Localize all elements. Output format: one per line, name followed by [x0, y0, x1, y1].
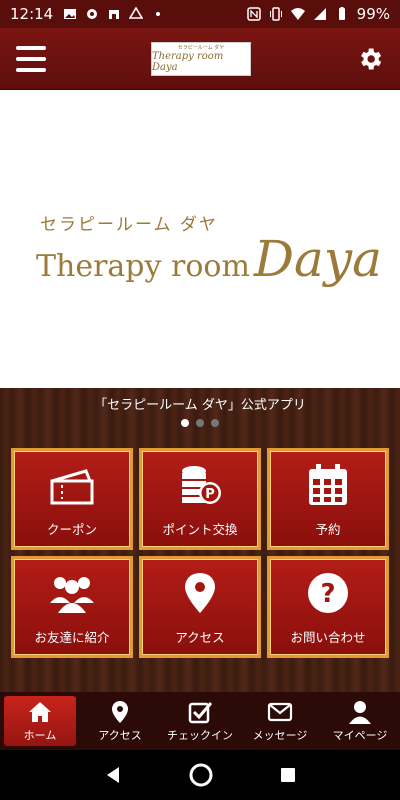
- battery-percent: 99%: [356, 5, 390, 23]
- back-triangle-icon: [106, 767, 119, 783]
- map-pin-icon: [112, 701, 128, 723]
- nav-checkin-label: チェックイン: [167, 729, 233, 742]
- mail-icon: [267, 702, 293, 722]
- refer-friend-button[interactable]: お友達に紹介: [11, 556, 133, 658]
- header-logo-main: Therapy room Daya: [152, 51, 224, 73]
- carousel-dot-2[interactable]: [196, 419, 204, 427]
- wifi-icon: [290, 8, 305, 20]
- vibrate-icon: [269, 7, 282, 21]
- contact-button[interactable]: ? お問い合わせ: [267, 556, 389, 658]
- home-icon: [29, 702, 51, 722]
- gear-notification-icon: [87, 9, 98, 19]
- nfc-icon: [246, 7, 261, 21]
- reservation-button[interactable]: 予約: [267, 448, 389, 550]
- hero-title-part2: Daya: [253, 230, 382, 288]
- people-icon: [50, 576, 94, 613]
- back-button[interactable]: [103, 765, 123, 785]
- hero-banner: セラピールーム ダヤ Therapy roomDaya: [0, 90, 400, 388]
- carousel-dot-1[interactable]: [181, 419, 189, 427]
- nav-checkin[interactable]: チェックイン: [160, 692, 240, 750]
- image-icon: [64, 9, 77, 19]
- drive-icon: [129, 7, 144, 19]
- recents-button[interactable]: [279, 766, 297, 784]
- hamburger-line: [16, 67, 46, 72]
- nav-home[interactable]: ホーム: [4, 696, 76, 746]
- system-nav-bar: [0, 750, 400, 800]
- bottom-nav: ホーム アクセス チェックイン メッセージ マイページ: [0, 692, 400, 750]
- svg-text:?: ?: [320, 579, 335, 609]
- recents-square-icon: [281, 768, 296, 782]
- header-logo: セラピールーム ダヤ Therapy room Daya: [151, 41, 251, 76]
- reservation-label: 予約: [315, 521, 341, 537]
- signal-icon: [313, 8, 326, 20]
- battery-icon: [338, 7, 345, 20]
- nav-mypage[interactable]: マイページ: [320, 692, 400, 750]
- status-bar: 12:14 99%: [0, 0, 400, 28]
- access-button[interactable]: アクセス: [139, 556, 261, 658]
- app-header: セラピールーム ダヤ Therapy room Daya: [0, 28, 400, 90]
- point-exchange-button[interactable]: P ポイント交換: [139, 448, 261, 550]
- ticket-icon: [50, 468, 94, 504]
- nav-message[interactable]: メッセージ: [240, 692, 320, 750]
- hamburger-icon: [16, 45, 46, 50]
- map-pin-icon: [185, 572, 215, 613]
- home-system-button[interactable]: [188, 762, 214, 788]
- carousel-indicator: [0, 419, 400, 427]
- status-time: 12:14: [10, 5, 54, 23]
- hero-title-part1: Therapy room: [36, 249, 250, 284]
- nav-access[interactable]: アクセス: [80, 692, 160, 750]
- calendar-icon: [309, 463, 347, 505]
- dot-icon: [156, 12, 161, 16]
- nav-access-label: アクセス: [98, 729, 142, 742]
- question-icon: ?: [308, 572, 348, 613]
- menu-button[interactable]: [16, 45, 46, 72]
- svg-text:P: P: [205, 487, 215, 502]
- refer-friend-label: お友達に紹介: [34, 629, 110, 645]
- app-caption: 「セラピールーム ダヤ」公式アプリ: [94, 398, 306, 413]
- nav-home-label: ホーム: [23, 729, 57, 742]
- user-icon: [349, 701, 371, 724]
- nav-mypage-label: マイページ: [332, 729, 388, 742]
- hero-title: Therapy roomDaya: [36, 230, 382, 288]
- nav-message-label: メッセージ: [252, 729, 308, 742]
- store-icon: [109, 10, 120, 19]
- menu-panel: 「セラピールーム ダヤ」公式アプリ クーポン P ポイント交換 予約 お友達に紹…: [0, 388, 400, 692]
- coupon-button[interactable]: クーポン: [11, 448, 133, 550]
- point-exchange-label: ポイント交換: [162, 521, 238, 537]
- header-logo-sub: セラピールーム ダヤ: [177, 45, 225, 51]
- coins-icon: P: [182, 465, 221, 504]
- home-circle-icon: [189, 763, 213, 787]
- coupon-label: クーポン: [46, 521, 97, 537]
- contact-label: お問い合わせ: [290, 629, 366, 645]
- gear-icon[interactable]: [356, 45, 384, 73]
- hamburger-line: [16, 56, 46, 61]
- access-label: アクセス: [175, 629, 225, 645]
- carousel-dot-3[interactable]: [211, 419, 219, 427]
- checkbox-icon: [188, 702, 213, 724]
